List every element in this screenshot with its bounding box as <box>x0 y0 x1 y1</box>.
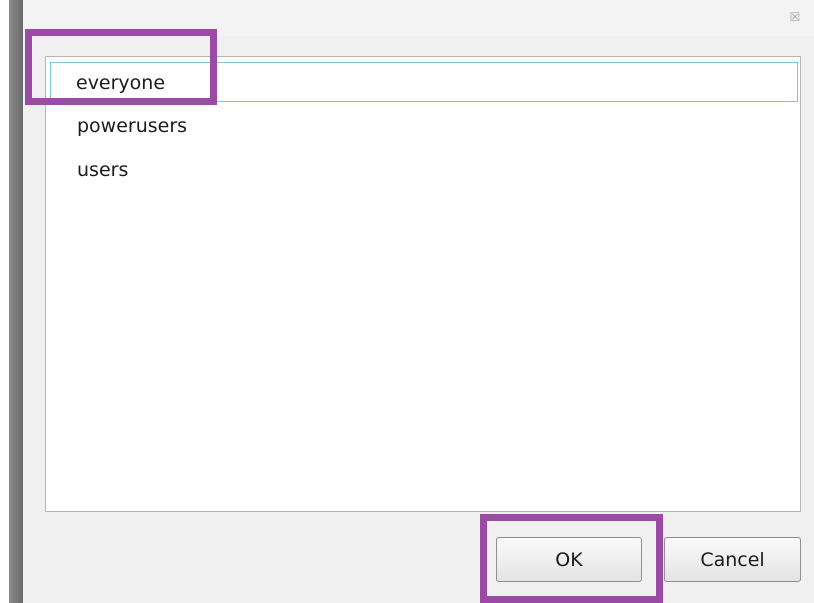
cancel-button[interactable]: Cancel <box>664 537 801 582</box>
screen: ☒ everyone powerusers users OK Cancel <box>0 0 814 603</box>
list-item-powerusers[interactable]: powerusers <box>52 106 796 146</box>
close-icon[interactable]: ☒ <box>788 10 802 24</box>
list-item-label: users <box>77 159 129 181</box>
group-list[interactable]: everyone powerusers users <box>45 56 801 512</box>
dialog-titlebar: ☒ <box>23 0 814 36</box>
list-item-everyone[interactable]: everyone <box>50 62 798 102</box>
list-item-label: powerusers <box>77 115 188 137</box>
ok-button[interactable]: OK <box>496 537 642 582</box>
group-picker-dialog: ☒ everyone powerusers users OK Cancel <box>23 0 814 603</box>
list-item-users[interactable]: users <box>52 150 796 190</box>
background-window-edge <box>9 0 23 603</box>
list-item-label: everyone <box>76 72 166 94</box>
